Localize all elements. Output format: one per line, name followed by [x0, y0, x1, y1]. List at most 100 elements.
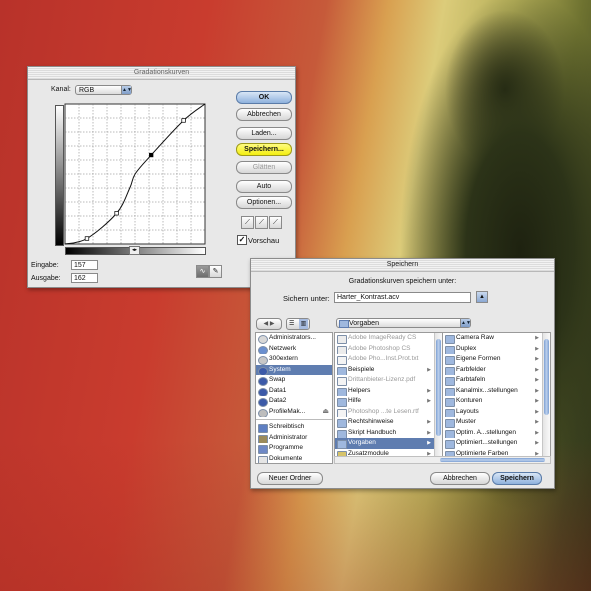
item-label: Programme: [269, 444, 303, 451]
item-label: Adobe ImageReady CS: [348, 334, 417, 341]
auto-button[interactable]: Auto: [236, 180, 292, 193]
sidebar-volume-item[interactable]: ProfileMak... ⏏: [256, 407, 332, 418]
options-button[interactable]: Optionen...: [236, 196, 292, 209]
item-label: Schreibtisch: [269, 423, 305, 430]
column-2-item[interactable]: Camera Raw ▶: [443, 333, 542, 344]
forward-arrow-icon[interactable]: ▶: [270, 321, 275, 327]
sidebar-place-item[interactable]: Schreibtisch: [256, 422, 332, 433]
column-2-item[interactable]: Eigene Formen ▶: [443, 354, 542, 365]
new-folder-button[interactable]: Neuer Ordner: [257, 472, 323, 485]
applications-icon: [258, 445, 268, 454]
sidebar-volume-item[interactable]: Administrators...: [256, 333, 332, 344]
column-1-scrollbar[interactable]: [434, 333, 442, 463]
save-button[interactable]: Speichern...: [236, 143, 292, 156]
column-2-item[interactable]: Kanalmix...stellungen ▶: [443, 386, 542, 396]
sidebar-volume-item[interactable]: System: [256, 364, 332, 375]
input-label: Eingabe:: [31, 262, 59, 269]
item-label: Farbfelder: [456, 365, 486, 373]
column-1-item[interactable]: Beispiele ▶: [335, 365, 434, 375]
sidebar-volume-item[interactable]: Swap: [256, 375, 332, 386]
white-eyedropper-icon[interactable]: ⟋: [269, 216, 282, 229]
column-2-item[interactable]: Optim. A...stellungen ▶: [443, 428, 542, 438]
item-label: ProfileMak...: [269, 407, 306, 415]
horizontal-scrollbar[interactable]: [334, 456, 551, 464]
folder-icon: [445, 398, 455, 407]
network-icon: [258, 345, 268, 354]
column-1-item[interactable]: Rechtshinweise ▶: [335, 417, 434, 428]
column-view-icon[interactable]: ▥: [299, 319, 308, 329]
eject-icon[interactable]: ⏏: [322, 407, 329, 418]
gradient-toggle-icon[interactable]: ◂▸: [129, 246, 140, 255]
curve-control-point[interactable]: [84, 236, 90, 241]
file-icon: [337, 377, 347, 386]
ok-button[interactable]: OK: [236, 91, 292, 104]
column-2-item[interactable]: Layouts ▶: [443, 407, 542, 417]
input-value-field[interactable]: 157: [71, 260, 98, 270]
item-label: Swap: [269, 376, 286, 383]
curve-graph[interactable]: [64, 103, 206, 245]
sidebar-volume-item[interactable]: 300extern: [256, 354, 332, 365]
back-forward-buttons[interactable]: ◀ ▶: [256, 318, 282, 330]
filename-field[interactable]: Harter_Kontrast.acv: [334, 292, 471, 303]
item-label: Camera Raw: [456, 334, 494, 341]
curve-control-point[interactable]: [149, 152, 154, 158]
curve-tool-icon[interactable]: ∿: [196, 265, 209, 278]
documents-icon: [258, 455, 268, 463]
list-view-icon[interactable]: ☰: [289, 319, 294, 329]
item-label: Farbtafeln: [456, 376, 486, 383]
drive-icon: [258, 377, 268, 386]
column-1-item[interactable]: Adobe Pho...Inst.Prot.txt: [335, 354, 434, 365]
cancel-button[interactable]: Abbrechen: [236, 108, 292, 121]
item-label: Vorgaben: [348, 439, 376, 446]
expand-toggle-icon[interactable]: ▲: [476, 291, 488, 303]
column-2-item[interactable]: Farbfelder ▶: [443, 365, 542, 375]
column-1-item[interactable]: Photoshop ...te Lesen.rtf: [335, 407, 434, 417]
column-1-item[interactable]: Skript Handbuch ▶: [335, 428, 434, 438]
column-2-item[interactable]: Duplex ▶: [443, 344, 542, 354]
horizontal-scroll-thumb[interactable]: [440, 458, 545, 462]
back-arrow-icon[interactable]: ◀: [264, 321, 269, 327]
column-2-scrollbar[interactable]: [542, 333, 550, 463]
location-select[interactable]: Vorgaben ▲▼: [336, 318, 471, 328]
column-1-item[interactable]: Hilfe ▶: [335, 396, 434, 407]
column-2-item[interactable]: Konturen ▶: [443, 396, 542, 407]
column-1-item[interactable]: Helpers ▶: [335, 386, 434, 396]
column-1-item[interactable]: Drittanbieter-Lizenz.pdf: [335, 375, 434, 386]
black-eyedropper-icon[interactable]: ⟋: [241, 216, 254, 229]
column-2-item[interactable]: Farbtafeln ▶: [443, 375, 542, 386]
sidebar-volume-item[interactable]: Data1: [256, 386, 332, 396]
output-value-field[interactable]: 162: [71, 273, 98, 283]
item-label: Beispiele: [348, 365, 375, 373]
channel-select[interactable]: RGB ▲▼: [75, 85, 132, 95]
sidebar-volume-item[interactable]: Netzwerk: [256, 344, 332, 354]
column-2-item[interactable]: Muster ▶: [443, 417, 542, 428]
save-cancel-button[interactable]: Abbrechen: [430, 472, 490, 485]
folder-icon: [445, 419, 455, 428]
preview-checkbox[interactable]: ✓: [237, 235, 247, 245]
column-2-scroll-thumb[interactable]: [544, 339, 549, 415]
sidebar-volume-item[interactable]: Data2: [256, 396, 332, 407]
save-confirm-button[interactable]: Speichern: [492, 472, 542, 485]
pencil-tool-icon[interactable]: ✎: [209, 265, 222, 278]
item-label: Optimiert...stellungen: [456, 439, 518, 446]
curves-dialog: Gradationskurven Kanal: RGB ▲▼ ◂▸ Eingab…: [27, 66, 296, 288]
item-label: Administrator: [269, 433, 308, 441]
view-mode-buttons[interactable]: ☰ ▥: [286, 318, 310, 330]
sidebar-place-item[interactable]: Programme: [256, 443, 332, 454]
save-prompt: Gradationskurven speichern unter:: [348, 278, 457, 285]
curve-control-point[interactable]: [181, 118, 186, 123]
column-1-item[interactable]: Adobe Photoshop CS: [335, 344, 434, 354]
item-label: Eigene Formen: [456, 355, 501, 362]
gray-eyedropper-icon[interactable]: ⟋: [255, 216, 268, 229]
column-2-item[interactable]: Optimiert...stellungen ▶: [443, 438, 542, 449]
column-1-scroll-thumb[interactable]: [436, 339, 441, 436]
load-button[interactable]: Laden...: [236, 127, 292, 140]
sidebar-place-item[interactable]: Dokumente: [256, 454, 332, 463]
column-1-item[interactable]: Vorgaben ▶: [335, 438, 434, 449]
location-value: Vorgaben: [349, 320, 379, 327]
sidebar-place-item[interactable]: Administrator: [256, 433, 332, 443]
curve-control-point[interactable]: [114, 211, 119, 216]
column-1-item[interactable]: Adobe ImageReady CS: [335, 333, 434, 344]
smooth-button[interactable]: Glätten: [236, 161, 292, 174]
disclosure-arrow-icon: ▶: [427, 398, 431, 404]
